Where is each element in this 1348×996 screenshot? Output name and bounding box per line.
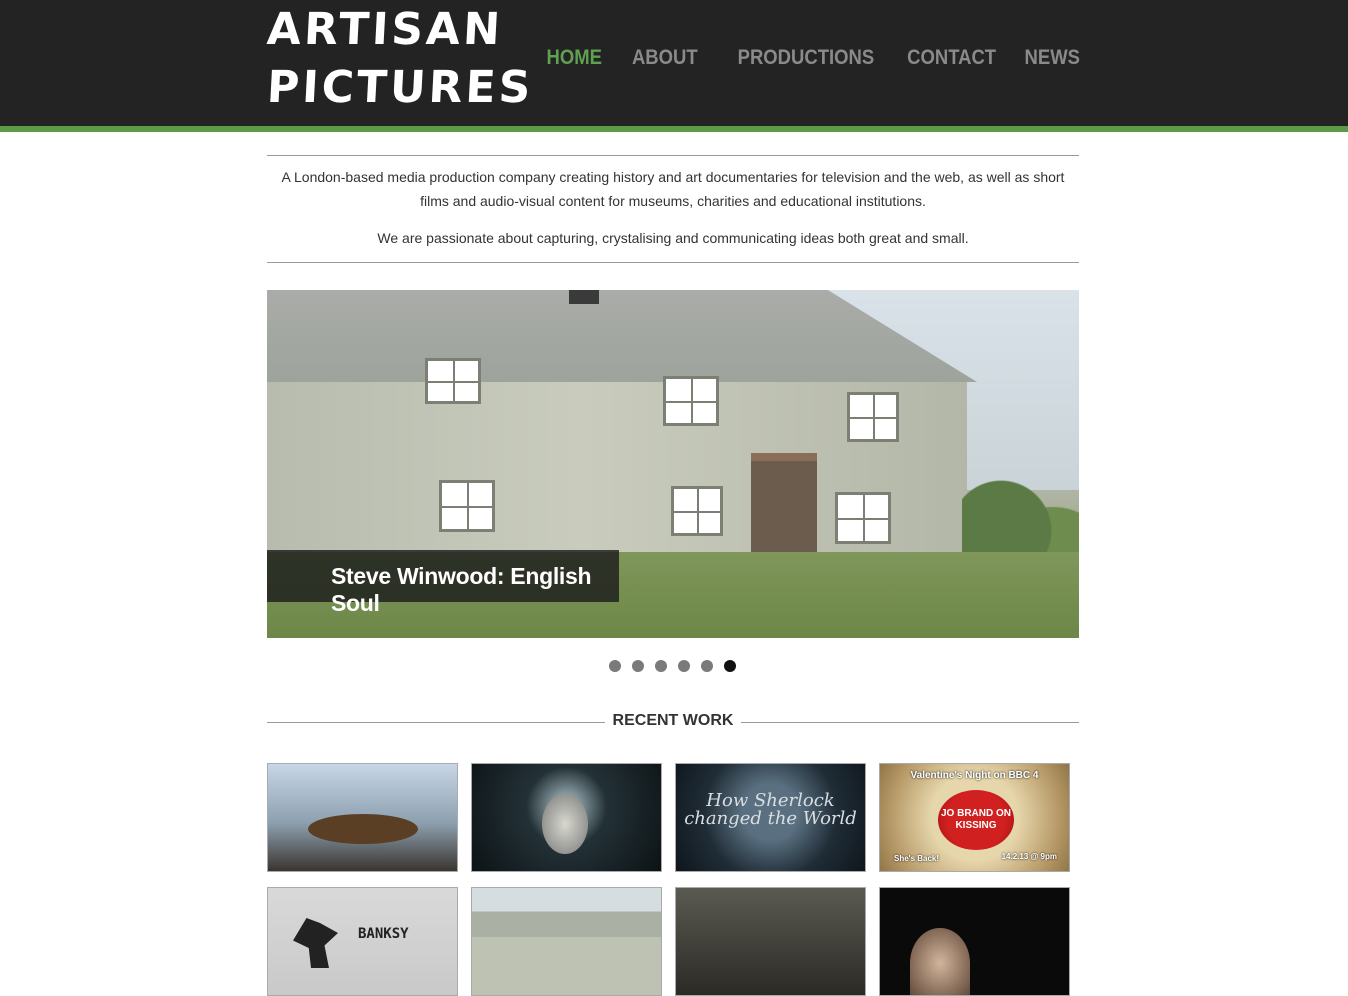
slide-image-window [439,480,495,532]
recent-work-grid: How Sherlock changed the World Valentine… [267,763,1079,996]
slider-pagination [609,660,736,672]
slide-image-chimney [569,290,599,304]
site-logo[interactable]: ARTISAN PICTURES [265,4,535,118]
recent-work-heading: RECENT WORK [267,712,1079,734]
thumbnail-bottom-left-text: She's Back! [894,854,940,863]
nav-contact[interactable]: CONTACT [907,46,996,70]
slide-image-window [847,392,899,442]
slide-image-window [425,358,481,404]
intro-paragraph-2: We are passionate about capturing, cryst… [377,230,969,246]
work-thumbnail-jo-brand[interactable]: Valentine's Night on BBC 4 JO BRAND ON K… [879,763,1070,872]
slide-image-window [663,376,719,426]
slider-dot-2[interactable] [632,660,644,672]
slide-image-window [671,486,723,536]
hero-slider[interactable]: Steve Winwood: English Soul [267,290,1079,638]
logo-line-1: ARTISAN [265,4,505,55]
nav-news[interactable]: NEWS [1025,46,1080,70]
slide-image-window [835,492,891,544]
work-thumbnail-studio-band[interactable] [675,887,866,996]
logo-line-2: PICTURES [265,62,535,113]
work-thumbnail-performer[interactable] [471,763,662,872]
nav-productions[interactable]: PRODUCTIONS [737,46,874,70]
nav-about[interactable]: ABOUT [632,46,698,70]
work-thumbnail-house[interactable] [471,887,662,996]
work-thumbnail-panel-discussion[interactable] [267,763,458,872]
slide-caption[interactable]: Steve Winwood: English Soul [267,550,619,616]
slider-dot-6[interactable] [724,660,736,672]
thumbnail-lips-graphic: JO BRAND ON KISSING [938,790,1014,850]
thumbnail-center-text: JO BRAND ON KISSING [940,808,1011,831]
thumbnail-title-text: How Sherlock changed the World [684,790,857,829]
thumbnail-bottom-right-text: 14.2.13 @ 9pm [1001,852,1057,861]
slider-dot-5[interactable] [701,660,713,672]
slider-dot-3[interactable] [655,660,667,672]
thumbnail-banksy-text: BANKSY [358,926,409,942]
thumbnail-top-text: Valentine's Night on BBC 4 [910,770,1039,781]
slide-caption-text: Steve Winwood: English Soul [331,563,592,616]
intro-paragraph-1: A London-based media production company … [281,169,1065,209]
slider-dot-4[interactable] [678,660,690,672]
main-nav: HOME ABOUT PRODUCTIONS CONTACT NEWS [539,46,1080,70]
recent-work-title: RECENT WORK [612,712,734,729]
work-thumbnail-musician[interactable] [879,887,1070,996]
work-thumbnail-sherlock[interactable]: How Sherlock changed the World [675,763,866,872]
work-thumbnail-banksy[interactable]: BANKSY [267,887,458,996]
slider-dot-1[interactable] [609,660,621,672]
site-header: ARTISAN PICTURES HOME ABOUT PRODUCTIONS … [0,0,1348,132]
nav-home[interactable]: HOME [547,46,602,70]
intro-section: A London-based media production company … [267,155,1079,263]
